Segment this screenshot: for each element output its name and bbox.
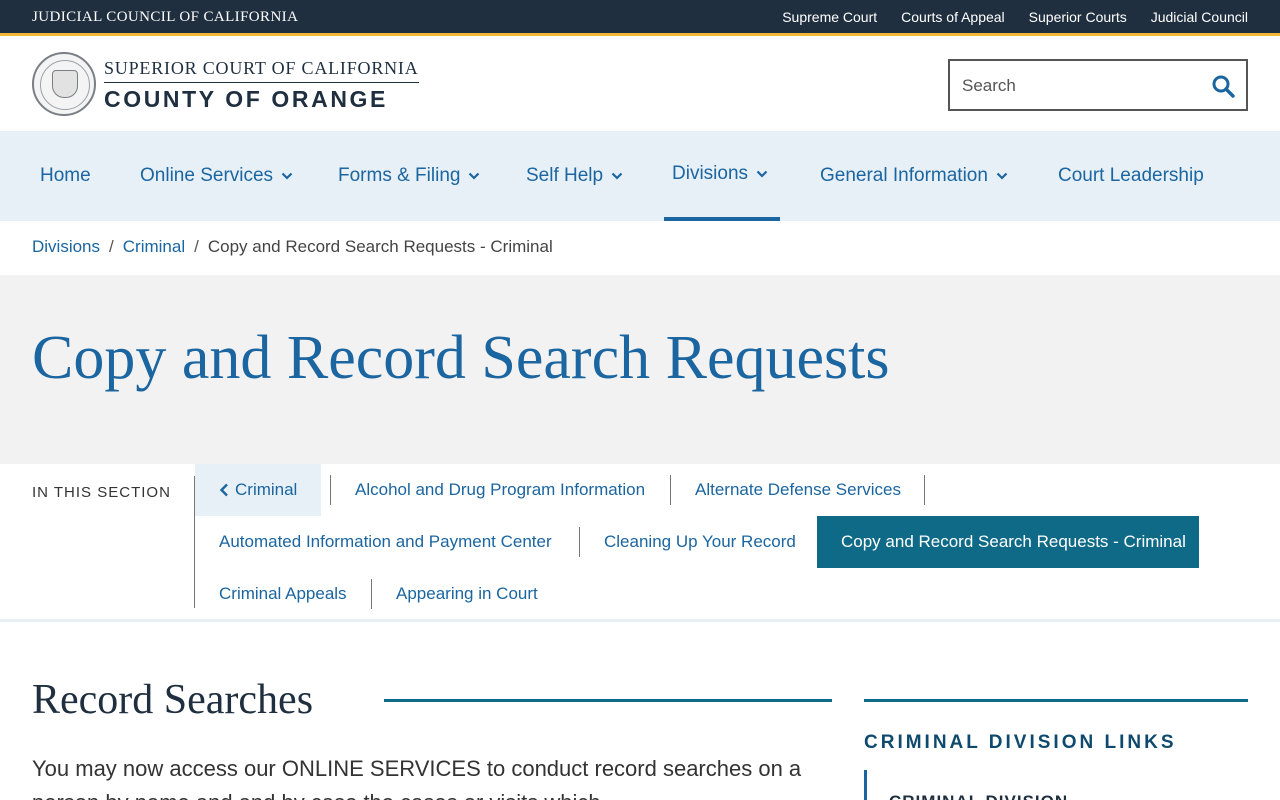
page-title: Copy and Record Search Requests xyxy=(32,324,890,392)
nav-label: Home xyxy=(40,165,91,186)
nav-label: Court Leadership xyxy=(1058,165,1204,186)
chevron-left-icon xyxy=(219,483,229,497)
chevron-down-icon xyxy=(996,172,1008,180)
section-link-cleaning-record[interactable]: Cleaning Up Your Record xyxy=(580,516,820,568)
section-link-appearing-court[interactable]: Appearing in Court xyxy=(372,568,562,620)
breadcrumb-divisions[interactable]: Divisions xyxy=(32,237,100,257)
section-link-alcohol-drug[interactable]: Alcohol and Drug Program Information xyxy=(331,464,669,516)
section-nav-label: IN THIS SECTION xyxy=(32,484,171,501)
sidebar-rule xyxy=(864,699,1248,702)
sidebar-links: CRIMINAL DIVISION xyxy=(864,770,1248,800)
page-hero: Copy and Record Search Requests xyxy=(0,275,1280,464)
content-paragraph: You may now access our ONLINE SERVICES t… xyxy=(32,756,802,781)
nav-online-services[interactable]: Online Services xyxy=(140,131,293,221)
top-link-supreme-court[interactable]: Supreme Court xyxy=(782,9,877,25)
chevron-down-icon xyxy=(468,172,480,180)
section-divider xyxy=(924,475,925,505)
section-link-alternate-defense[interactable]: Alternate Defense Services xyxy=(671,464,925,516)
section-link-automated-info[interactable]: Automated Information and Payment Center xyxy=(195,516,576,568)
top-link-judicial-council[interactable]: Judicial Council xyxy=(1151,9,1248,25)
main-nav: Home Online Services Forms & Filing Self… xyxy=(0,131,1280,221)
nav-label: Self Help xyxy=(526,165,604,186)
section-back-label: Criminal xyxy=(235,480,298,499)
section-nav: IN THIS SECTION Criminal Alcohol and Dru… xyxy=(0,464,1280,622)
chevron-down-icon xyxy=(756,170,768,178)
nav-label: Forms & Filing xyxy=(338,165,461,186)
breadcrumb: Divisions / Criminal / Copy and Record S… xyxy=(32,237,553,257)
sidebar-title: CRIMINAL DIVISION LINKS xyxy=(864,732,1177,753)
section-back-criminal[interactable]: Criminal xyxy=(195,464,322,516)
search-button[interactable] xyxy=(1208,71,1238,101)
nav-self-help[interactable]: Self Help xyxy=(526,131,623,221)
court-name-line2[interactable]: COUNTY OF ORANGE xyxy=(104,86,388,113)
top-links: Supreme Court Courts of Appeal Superior … xyxy=(782,9,1248,25)
search-icon xyxy=(1212,75,1235,98)
sidebar-link-criminal-division[interactable]: CRIMINAL DIVISION xyxy=(889,792,1068,800)
nav-divisions[interactable]: Divisions xyxy=(664,131,780,221)
court-seal-logo[interactable] xyxy=(32,52,96,116)
judicial-council-brand[interactable]: JUDICIAL COUNCIL OF CALIFORNIA xyxy=(32,9,298,26)
nav-label: Online Services xyxy=(140,165,274,186)
nav-forms-filing[interactable]: Forms & Filing xyxy=(338,131,480,221)
nav-court-leadership[interactable]: Court Leadership xyxy=(1058,131,1204,221)
breadcrumb-current: Copy and Record Search Requests - Crimin… xyxy=(207,237,553,256)
top-utility-bar: JUDICIAL COUNCIL OF CALIFORNIA Supreme C… xyxy=(0,0,1280,36)
section-link-copy-record-current[interactable]: Copy and Record Search Requests - Crimin… xyxy=(817,516,1199,568)
court-name-line1[interactable]: SUPERIOR COURT OF CALIFORNIA xyxy=(104,58,419,83)
breadcrumb-separator: / xyxy=(194,237,199,256)
search-input[interactable] xyxy=(962,73,1202,99)
content-heading: Record Searches xyxy=(32,677,314,723)
top-link-superior-courts[interactable]: Superior Courts xyxy=(1029,9,1127,25)
chevron-down-icon xyxy=(611,172,623,180)
section-link-criminal-appeals[interactable]: Criminal Appeals xyxy=(195,568,371,620)
nav-general-information[interactable]: General Information xyxy=(820,131,1008,221)
top-link-courts-of-appeal[interactable]: Courts of Appeal xyxy=(901,9,1005,25)
nav-label: General Information xyxy=(820,165,988,186)
chevron-down-icon xyxy=(281,172,293,180)
content-paragraph-continued: person by name and and by case the cases… xyxy=(32,786,832,800)
heading-rule xyxy=(384,699,832,702)
site-header: SUPERIOR COURT OF CALIFORNIA COUNTY OF O… xyxy=(0,39,1280,131)
nav-label: Divisions xyxy=(672,163,749,184)
site-search xyxy=(948,59,1248,111)
breadcrumb-separator: / xyxy=(109,237,114,256)
breadcrumb-criminal[interactable]: Criminal xyxy=(123,237,185,257)
nav-home[interactable]: Home xyxy=(40,131,91,221)
